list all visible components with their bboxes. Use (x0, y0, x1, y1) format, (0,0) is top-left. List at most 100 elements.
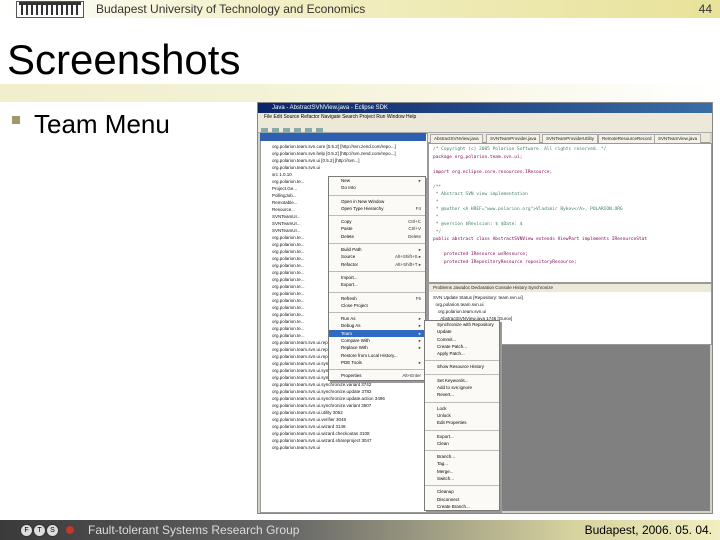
menu-item[interactable]: Team ▸ (329, 329, 425, 338)
menu-item[interactable]: New ▸ (329, 177, 425, 184)
menu-item[interactable]: Set Keywords... (425, 377, 499, 384)
university-logo-icon (16, 1, 84, 18)
menu-item-label: Copy (341, 219, 352, 225)
menu-item[interactable]: Merge... (425, 468, 499, 475)
code-line: /** (433, 184, 442, 190)
menu-item[interactable]: Show Resource History (425, 363, 499, 370)
tree-item[interactable]: org.polarion.team.svn.ui.synchronize.var… (262, 402, 424, 409)
tree-item[interactable]: org.polarion.team.svn.ui (262, 164, 424, 171)
menu-item[interactable]: Synchronize with Repository (425, 321, 499, 328)
tree-item[interactable]: org.polarion.team.svn.ui (262, 444, 424, 451)
menu-item[interactable]: Revert... (425, 391, 499, 398)
menu-item[interactable]: Create Branch... (425, 503, 499, 510)
sync-item[interactable]: org.polarion.team.svn.ui (433, 301, 523, 308)
menu-item-label: Lock (437, 405, 447, 411)
menu-item[interactable]: Refactor Alt+Shift+T ▸ (329, 261, 425, 268)
menu-item-shortcut: ▸ (418, 178, 421, 183)
code-line: */ (433, 229, 442, 235)
menu-item[interactable]: Cleanup (425, 488, 499, 495)
menu-item[interactable]: Delete Delete (329, 233, 425, 240)
menu-item[interactable]: Add to svn:ignore (425, 384, 499, 391)
sync-item[interactable]: SVN Update Status [Repository: team.svn.… (433, 294, 523, 301)
menu-item[interactable]: Replace With ▸ (329, 344, 425, 351)
menu-item[interactable]: Paste Ctrl+V (329, 225, 425, 232)
menu-item[interactable]: Open in New Window (329, 198, 425, 205)
menu-item[interactable]: Properties Alt+Enter (329, 372, 425, 379)
menu-item-shortcut: ▸ (418, 323, 421, 329)
editor-tabs: AbstractSVNView.java SVNTeamProvider.java… (428, 133, 710, 144)
tree-item[interactable]: org.polarion.team.svn.ui.synchronize.upd… (262, 388, 424, 395)
menu-item-label: Merge... (437, 468, 454, 474)
menu-item-label: Build Path (341, 247, 362, 253)
menu-item[interactable]: Export... (425, 433, 499, 440)
menu-item-label: Delete (341, 233, 355, 239)
menu-item[interactable]: Restore from Local History... (329, 352, 425, 359)
slide-title: Screenshots (7, 36, 241, 83)
menu-item-label: Run As (341, 316, 356, 322)
menu-item[interactable]: Commit... (425, 336, 499, 343)
menu-item[interactable]: Switch... (425, 475, 499, 482)
bullet-square-icon (12, 116, 20, 124)
menu-item-shortcut: Alt+Shift+T ▸ (395, 261, 421, 267)
code-line: * Abstract SVN view implementation (433, 192, 528, 197)
menu-item-shortcut: ▸ (418, 316, 421, 322)
menu-separator (425, 399, 499, 403)
menu-item[interactable]: Disconnect (425, 496, 499, 503)
tree-item[interactable]: org.polarion.team.svn.help [0.5.2] [http… (262, 150, 424, 157)
sync-item[interactable]: org.polarion.team.svn.ui (433, 308, 523, 315)
code-line: public abstract class AbstractSVNView ex… (433, 237, 648, 242)
menu-item[interactable]: Create Patch... (425, 343, 499, 350)
tree-item[interactable]: org.polarion.team.svn.ui.verifier 3048 (262, 416, 424, 423)
menu-item-label: Create Branch... (437, 503, 470, 509)
menu-separator (425, 357, 499, 362)
menu-item[interactable]: Import... (329, 274, 425, 281)
menu-item[interactable]: Edit Properties (425, 419, 499, 426)
menu-item[interactable]: Update (425, 328, 499, 335)
menu-separator (329, 309, 425, 314)
menu-item[interactable]: Open Type Hierarchy F4 (329, 205, 425, 212)
tree-item[interactable]: org.polarion.team.svn.core [0.5.2] [http… (262, 143, 424, 150)
tree-item[interactable]: org.polarion.team.svn.ui.utility 3052 (262, 409, 424, 416)
tree-item[interactable]: org.polarion.team.svn.ui.wizard 3148 (262, 423, 424, 430)
menu-item[interactable]: PDE Tools ▸ (329, 359, 425, 366)
menu-item[interactable]: Build Path ▸ (329, 246, 425, 253)
menu-item[interactable]: Clean (425, 440, 499, 447)
menu-item[interactable]: Refresh F5 (329, 295, 425, 302)
menu-item[interactable]: Export... (329, 281, 425, 288)
menu-item[interactable]: Unlock (425, 412, 499, 419)
ftsrg-logo-icon: FTS (20, 523, 74, 537)
menu-item[interactable]: Lock (425, 405, 499, 412)
tree-item[interactable]: org.polarion.team.svn.ui.wizard.sharepro… (262, 437, 424, 444)
menu-item-label: Replace With (341, 345, 368, 351)
bottom-view-tabs[interactable]: Problems Javadoc Declaration Console His… (429, 284, 711, 292)
menu-item[interactable]: Source Alt+Shift+S ▸ (329, 253, 425, 260)
menu-item[interactable]: Tag... (425, 460, 499, 467)
tree-item[interactable]: org.polarion.team.svn.ui [0.5.2] [http:/… (262, 157, 424, 164)
menu-item[interactable]: Run As ▸ (329, 315, 425, 322)
menu-separator (329, 212, 425, 217)
menu-item-label: Export... (437, 433, 454, 439)
menu-item-label: Update (437, 329, 452, 335)
menu-item[interactable]: Debug As ▸ (329, 322, 425, 329)
menu-item[interactable]: Apply Patch... (425, 350, 499, 357)
menu-item[interactable]: Close Project (329, 302, 425, 309)
menu-item-label: Disconnect (437, 496, 460, 502)
menu-item[interactable]: Copy Ctrl+C (329, 218, 425, 225)
tree-item[interactable]: org.polarion.team.svn.ui.synchronize.var… (262, 381, 424, 388)
tree-item[interactable]: org.polarion.team.svn.ui.synchronize.upd… (262, 395, 424, 402)
code-line: package org.polarion.team.svn.ui; (433, 154, 523, 160)
menu-item[interactable]: Go Into (329, 184, 425, 191)
menu-separator (329, 240, 425, 245)
menu-item[interactable]: Branch... (425, 453, 499, 460)
code-editor[interactable]: /* Copyright (c) 2005 Polarion Software.… (428, 143, 712, 283)
tree-item[interactable]: org.polarion.team.svn.ui.wizard.checkout… (262, 430, 424, 437)
menu-separator (329, 289, 425, 293)
menu-item-shortcut: Ctrl+C (408, 219, 421, 225)
menu-separator (329, 366, 425, 371)
menu-item-label: Apply Patch... (437, 351, 465, 357)
menu-item-shortcut: ▸ (418, 345, 421, 351)
menu-bar[interactable]: File Edit Source Refactor Navigate Searc… (258, 113, 712, 122)
menu-item[interactable]: Compare With ▸ (329, 337, 425, 344)
source-code: /* Copyright (c) 2005 Polarion Software.… (433, 146, 647, 266)
